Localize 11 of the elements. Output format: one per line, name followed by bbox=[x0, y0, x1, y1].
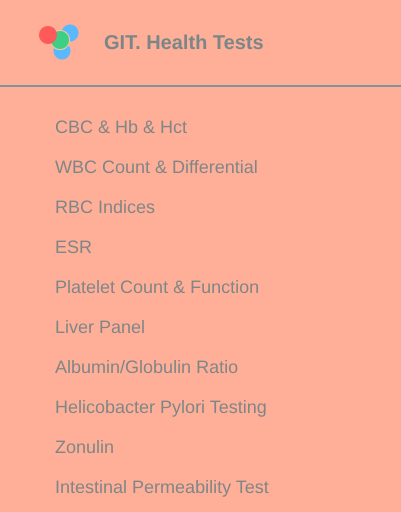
menu-link[interactable]: CBC & Hb & Hct bbox=[55, 107, 188, 147]
menu-link[interactable]: Albumin/Globulin Ratio bbox=[55, 347, 238, 387]
menu-link[interactable]: Platelet Count & Function bbox=[55, 267, 260, 307]
menu-link[interactable]: Liver Panel bbox=[55, 307, 146, 347]
menu-link[interactable]: WBC Count & Differential bbox=[55, 147, 258, 187]
menu-link[interactable]: ESR bbox=[55, 227, 92, 267]
menu-link[interactable]: Zonulin bbox=[55, 427, 114, 467]
app-title: GIT. Health Tests bbox=[104, 32, 264, 55]
menu-link[interactable]: Helicobacter Pylori Testing bbox=[55, 387, 267, 427]
menu-link[interactable]: Intestinal Permeability Test bbox=[55, 467, 269, 507]
menu-link[interactable]: RBC Indices bbox=[55, 187, 156, 227]
